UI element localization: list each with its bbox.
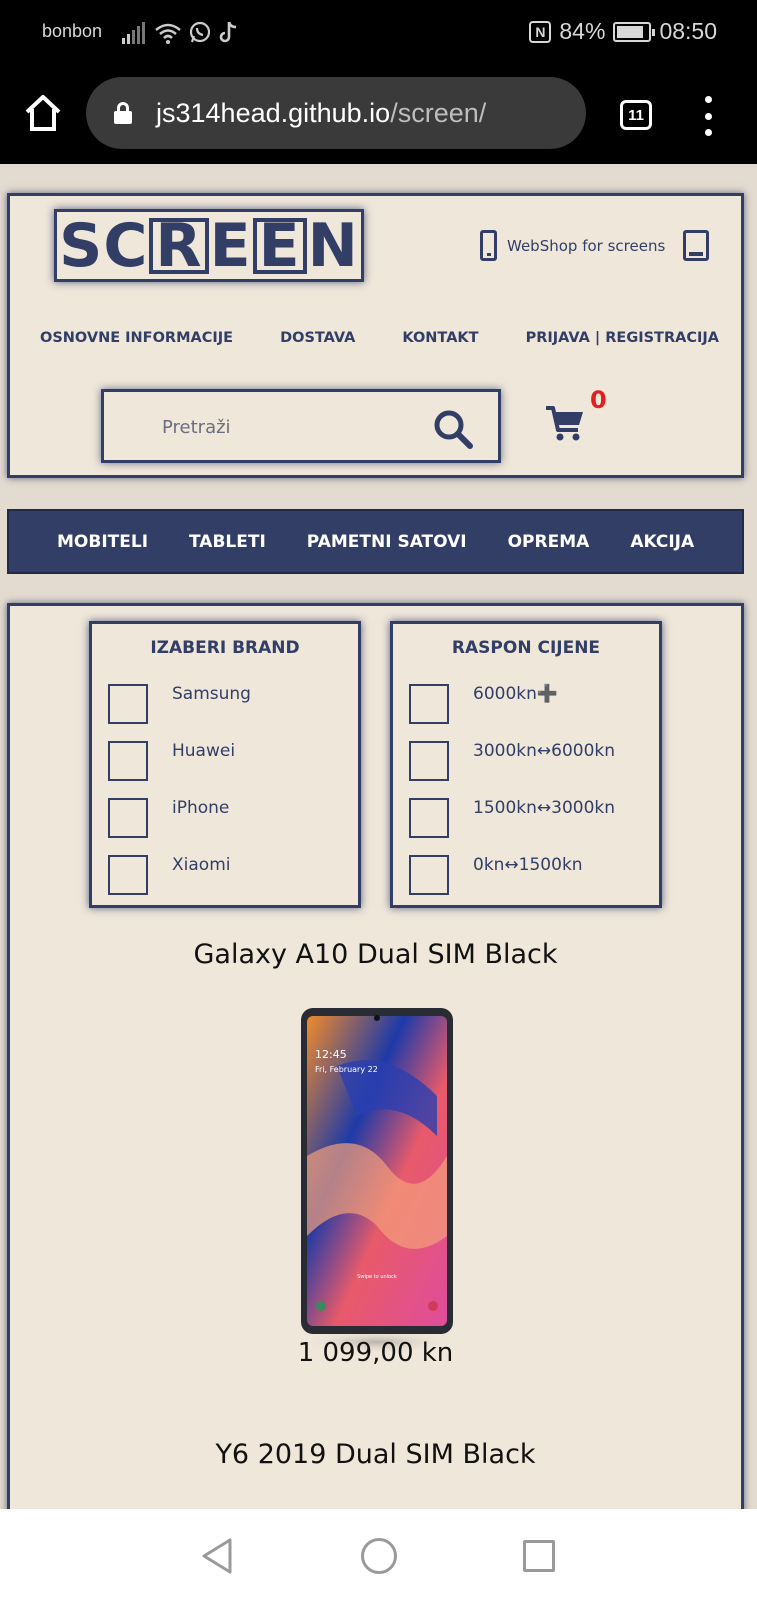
nav-prijava-registracija[interactable]: PRIJAVA | REGISTRACIJA	[526, 330, 719, 346]
logo-letter: E	[209, 210, 252, 281]
product-title[interactable]: Y6 2019 Dual SIM Black	[10, 1439, 741, 1470]
overflow-menu-icon[interactable]	[700, 96, 716, 136]
category-pametni-satovi[interactable]: PAMETNI SATOVI	[307, 532, 467, 552]
battery-percent: 84%	[559, 18, 606, 44]
url-path: /screen/	[390, 97, 487, 128]
filter-option-samsung: Samsung	[108, 684, 251, 724]
checkbox-price-1500-3000[interactable]	[409, 798, 449, 838]
logo-letter: N	[307, 210, 359, 281]
system-navigation-bar	[0, 1509, 757, 1600]
price-filter: RASPON CIJENE 6000kn➕ 3000kn↔6000kn 1500…	[390, 621, 662, 908]
checkbox-huawei[interactable]	[108, 741, 148, 781]
filter-option-price-6000-plus: 6000kn➕	[409, 684, 558, 724]
filter-label: Xiaomi	[172, 855, 231, 875]
url-host: js314head.github.io	[156, 97, 391, 128]
filter-option-price-0-1500: 0kn↔1500kn	[409, 855, 583, 895]
tablet-icon	[683, 230, 710, 261]
category-oprema[interactable]: OPREMA	[508, 532, 590, 552]
category-akcija[interactable]: AKCIJA	[630, 532, 694, 552]
browser-toolbar: js314head.github.io/screen/ 11	[0, 66, 757, 164]
logo-letter: E	[252, 216, 307, 276]
nfc-icon: N	[529, 20, 552, 43]
address-bar[interactable]: js314head.github.io/screen/	[86, 77, 586, 149]
logo-letter: R	[149, 216, 209, 276]
tab-switcher-button[interactable]: 11	[620, 100, 652, 130]
brand-filter: IZABERI BRAND Samsung Huawei iPhone Xiao…	[89, 621, 361, 908]
status-bar: bonbon N 84% 08:50	[0, 0, 757, 66]
filter-label: 1500kn↔3000kn	[473, 798, 616, 818]
status-icons	[122, 20, 238, 44]
checkbox-samsung[interactable]	[108, 684, 148, 724]
checkbox-iphone[interactable]	[108, 798, 148, 838]
filter-label: 6000kn➕	[473, 684, 559, 704]
checkbox-price-0-1500[interactable]	[409, 855, 449, 895]
tagline-text: WebShop for screens	[507, 236, 666, 255]
products-section: IZABERI BRAND Samsung Huawei iPhone Xiao…	[7, 603, 744, 1600]
clock: 08:50	[659, 18, 717, 44]
checkbox-price-3000-6000[interactable]	[409, 741, 449, 781]
logo-letter: S	[59, 210, 104, 281]
price-filter-title: RASPON CIJENE	[451, 638, 601, 658]
signal-icon	[122, 22, 145, 44]
screen-hint: Swipe to unlock	[357, 1274, 397, 1280]
search-icon[interactable]	[432, 408, 474, 450]
filter-option-price-1500-3000: 1500kn↔3000kn	[409, 798, 615, 838]
carrier-name: bonbon	[42, 21, 103, 41]
tiktok-icon	[219, 21, 237, 43]
top-nav: OSNOVNE INFORMACIJE DOSTAVA KONTAKT PRIJ…	[10, 330, 741, 346]
filter-label: iPhone	[172, 798, 230, 818]
filter-option-huawei: Huawei	[108, 741, 235, 781]
category-mobiteli[interactable]: MOBITELI	[57, 532, 148, 552]
category-nav: MOBITELI TABLETI PAMETNI SATOVI OPREMA A…	[7, 509, 744, 574]
search-box	[101, 389, 501, 463]
screen-date: Fri, February 22	[315, 1065, 378, 1074]
filter-label: Huawei	[172, 741, 236, 761]
filter-option-iphone: iPhone	[108, 798, 229, 838]
filter-label: 0kn↔1500kn	[473, 855, 583, 875]
back-icon[interactable]	[200, 1537, 234, 1575]
nav-kontakt[interactable]: KONTAKT	[402, 330, 478, 346]
home-circle-icon[interactable]	[361, 1538, 397, 1574]
site-logo[interactable]: SC R E E N	[54, 209, 364, 282]
filter-label: Samsung	[172, 684, 251, 704]
logo-letter: C	[103, 210, 149, 281]
screen-time: 12:45	[315, 1048, 347, 1061]
cart-icon[interactable]	[545, 402, 585, 442]
lock-icon	[114, 102, 132, 124]
category-tableti[interactable]: TABLETI	[189, 532, 266, 552]
filter-label: 3000kn↔6000kn	[473, 741, 616, 761]
home-icon[interactable]	[22, 92, 64, 134]
battery-icon	[613, 21, 656, 42]
filter-option-price-3000-6000: 3000kn↔6000kn	[409, 741, 615, 781]
filter-option-xiaomi: Xiaomi	[108, 855, 230, 895]
checkbox-price-6000-plus[interactable]	[409, 684, 449, 724]
checkbox-xiaomi[interactable]	[108, 855, 148, 895]
nav-osnovne-informacije[interactable]: OSNOVNE INFORMACIJE	[40, 330, 233, 346]
site-header: SC R E E N WebShop for screens OSNOVNE INFOR…	[7, 193, 744, 478]
search-input[interactable]	[124, 412, 404, 442]
nav-dostava[interactable]: DOSTAVA	[280, 330, 355, 346]
tagline: WebShop for screens	[480, 230, 710, 261]
brand-filter-title: IZABERI BRAND	[150, 638, 300, 658]
product-title[interactable]: Galaxy A10 Dual SIM Black	[10, 939, 741, 970]
wifi-icon	[155, 23, 181, 44]
whatsapp-icon	[189, 21, 211, 43]
product-image[interactable]: 12:45 Fri, February 22 Swipe to unlock	[297, 1006, 457, 1356]
smartphone-icon	[480, 230, 497, 261]
recent-apps-icon[interactable]	[523, 1540, 555, 1572]
cart-count-badge: 0	[590, 386, 607, 414]
product-price: 1 099,00 kn	[297, 1338, 454, 1368]
